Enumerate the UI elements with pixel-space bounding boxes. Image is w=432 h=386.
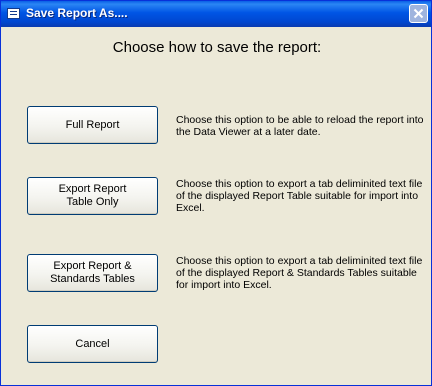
full-report-description: Choose this option to be able to reload … — [176, 114, 424, 138]
export-report-table-description: Choose this option to export a tab delim… — [176, 178, 423, 214]
export-report-table-label-line2: Table Only — [66, 196, 119, 208]
export-report-standards-label-line2: Standards Tables — [50, 273, 135, 285]
dialog-heading: Choose how to save the report: — [112, 39, 322, 56]
close-icon — [413, 8, 424, 19]
export-report-standards-button[interactable]: Export Report & Standards Tables — [27, 254, 158, 292]
export-report-table-button[interactable]: Export Report Table Only — [27, 177, 158, 215]
app-icon — [7, 8, 20, 19]
title-bar[interactable]: Save Report As.... — [1, 1, 431, 27]
save-report-dialog: Save Report As.... Choose how to save th… — [0, 0, 432, 386]
cancel-button-label: Cancel — [75, 337, 110, 350]
export-report-standards-label-line1: Export Report & — [53, 260, 132, 272]
export-report-table-label-line1: Export Report — [58, 183, 127, 195]
full-report-button[interactable]: Full Report — [27, 106, 158, 144]
window-title: Save Report As.... — [26, 6, 128, 20]
full-report-button-label: Full Report — [65, 118, 120, 131]
cancel-button[interactable]: Cancel — [27, 325, 158, 363]
close-button[interactable] — [409, 4, 428, 23]
export-report-standards-description: Choose this option to export a tab delim… — [176, 255, 423, 291]
